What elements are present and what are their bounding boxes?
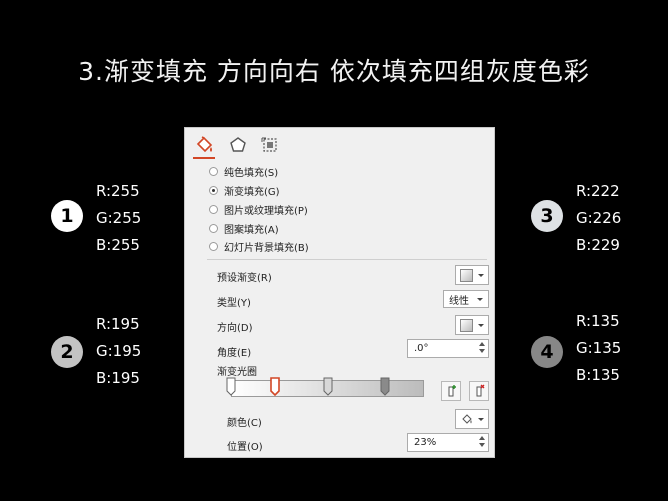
angle-input[interactable]: .0° [407,339,489,358]
position-label: 位置(O) [227,442,263,453]
group-2-b: B:195 [96,369,140,387]
radio-pattern-fill[interactable]: 图案填充(A) [209,219,279,237]
remove-stop-button[interactable] [469,381,489,401]
radio-picture-fill[interactable]: 图片或纹理填充(P) [209,200,308,218]
radio-button[interactable] [209,241,218,251]
fill-bucket-icon[interactable] [194,135,216,155]
angle-value: .0° [414,343,429,354]
radio-label: 图案填充(A) [224,224,279,236]
radio-label: 纯色填充(S) [224,167,279,179]
group-2-g: G:195 [96,342,142,360]
gradient-stop-2[interactable] [270,376,281,397]
remove-stop-icon [476,384,485,397]
type-value: 线性 [449,295,469,307]
chevron-down-icon [477,297,483,301]
panel-tabs [185,128,494,164]
color-picker-dropdown[interactable] [455,409,489,429]
chevron-down-icon [478,273,484,277]
direction-dropdown[interactable] [455,315,489,335]
add-stop-button[interactable] [441,381,461,401]
group-4-r: R:135 [576,312,620,330]
type-dropdown[interactable]: 线性 [443,290,489,308]
radio-button[interactable] [209,166,218,176]
spin-arrows-icon[interactable] [479,342,485,354]
group-2-r: R:195 [96,315,140,333]
group-4-badge: 4 [531,336,563,368]
chevron-down-icon [477,417,484,421]
direction-label: 方向(D) [217,323,253,334]
group-3-g: G:226 [576,209,622,227]
size-layout-icon[interactable] [259,135,281,155]
gradient-swatch-icon [460,268,473,282]
position-value: 23% [414,437,437,448]
group-3-r: R:222 [576,182,620,200]
active-tab-indicator [193,157,215,159]
radio-label: 渐变填充(G) [224,186,280,198]
group-3-badge: 3 [531,200,563,232]
section-divider [207,259,487,260]
spin-arrows-icon[interactable] [479,436,485,448]
group-1-g: G:255 [96,209,142,227]
group-4-g: G:135 [576,339,622,357]
direction-swatch-icon [460,318,473,332]
pentagon-effects-icon[interactable] [227,135,249,155]
group-1-badge: 1 [51,200,83,232]
add-stop-icon [448,385,456,397]
group-1-r: R:255 [96,182,140,200]
group-2-badge: 2 [51,336,83,368]
radio-solid-fill[interactable]: 纯色填充(S) [209,162,278,180]
preset-gradient-dropdown[interactable] [455,265,489,285]
radio-slide-background-fill[interactable]: 幻灯片背景填充(B) [209,237,309,255]
angle-label: 角度(E) [217,348,252,359]
gradient-stop-1[interactable] [226,376,236,396]
radio-button-selected[interactable] [209,185,218,195]
slide-title: 3.渐变填充 方向向右 依次填充四组灰度色彩 [78,57,590,86]
type-label: 类型(Y) [217,298,251,309]
group-2-rgb: R:195 G:195 B:195 [96,311,141,392]
radio-label: 幻灯片背景填充(B) [224,242,309,254]
chevron-down-icon [478,323,484,327]
group-1-rgb: R:255 G:255 B:255 [96,178,141,259]
radio-button[interactable] [209,204,218,214]
group-4-b: B:135 [576,366,620,384]
group-1-b: B:255 [96,236,140,254]
group-3-rgb: R:222 G:226 B:229 [576,178,621,259]
color-label: 颜色(C) [227,418,262,429]
paint-bucket-icon [461,414,472,424]
position-input[interactable]: 23% [407,433,489,452]
radio-label: 图片或纹理填充(P) [224,205,308,217]
radio-button[interactable] [209,223,218,233]
gradient-stop-3[interactable] [323,376,333,396]
format-shape-panel: 纯色填充(S) 渐变填充(G) 图片或纹理填充(P) 图案填充(A) 幻灯片背景… [184,127,495,458]
group-4-rgb: R:135 G:135 B:135 [576,308,621,389]
gradient-stop-4[interactable] [380,376,390,396]
radio-gradient-fill[interactable]: 渐变填充(G) [209,181,280,199]
group-3-b: B:229 [576,236,620,254]
preset-gradient-label: 预设渐变(R) [217,273,272,284]
gradient-stops-label: 渐变光圈 [217,367,257,378]
